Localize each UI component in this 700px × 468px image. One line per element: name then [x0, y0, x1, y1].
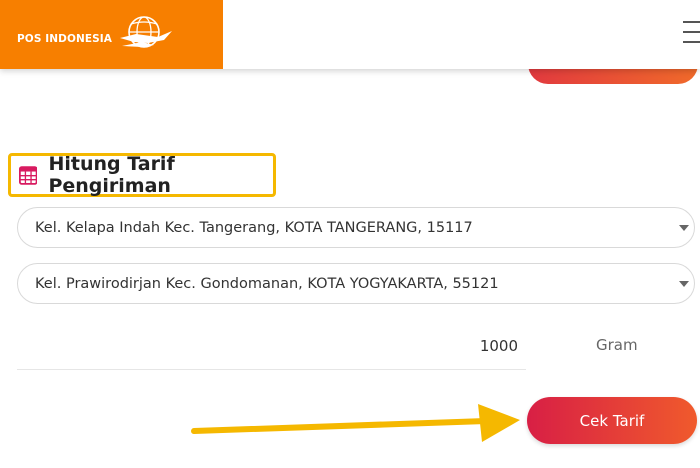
chevron-down-icon: [679, 281, 689, 287]
highlight-arrow-icon: [191, 404, 520, 442]
destination-select[interactable]: Kel. Prawirodirjan Kec. Gondomanan, KOTA…: [17, 263, 695, 304]
brand-logo[interactable]: POS INDONESIA: [0, 0, 223, 69]
weight-input[interactable]: [17, 322, 526, 370]
brand-name: POS INDONESIA: [17, 33, 113, 45]
destination-value: Kel. Prawirodirjan Kec. Gondomanan, KOTA…: [35, 275, 499, 292]
weight-unit-label: Gram: [596, 336, 638, 354]
origin-value: Kel. Kelapa Indah Kec. Tangerang, KOTA T…: [35, 219, 473, 236]
origin-select[interactable]: Kel. Kelapa Indah Kec. Tangerang, KOTA T…: [17, 207, 695, 248]
calculator-icon: [19, 165, 38, 185]
pos-eagle-globe-icon: [120, 16, 172, 48]
section-title-box: Hitung Tarif Pengiriman: [8, 153, 276, 197]
section-title: Hitung Tarif Pengiriman: [48, 153, 175, 197]
app-header: POS INDONESIA: [0, 0, 700, 69]
chevron-down-icon: [679, 225, 689, 231]
cek-tarif-button[interactable]: Cek Tarif: [527, 397, 697, 444]
hamburger-menu-icon[interactable]: [683, 21, 700, 45]
